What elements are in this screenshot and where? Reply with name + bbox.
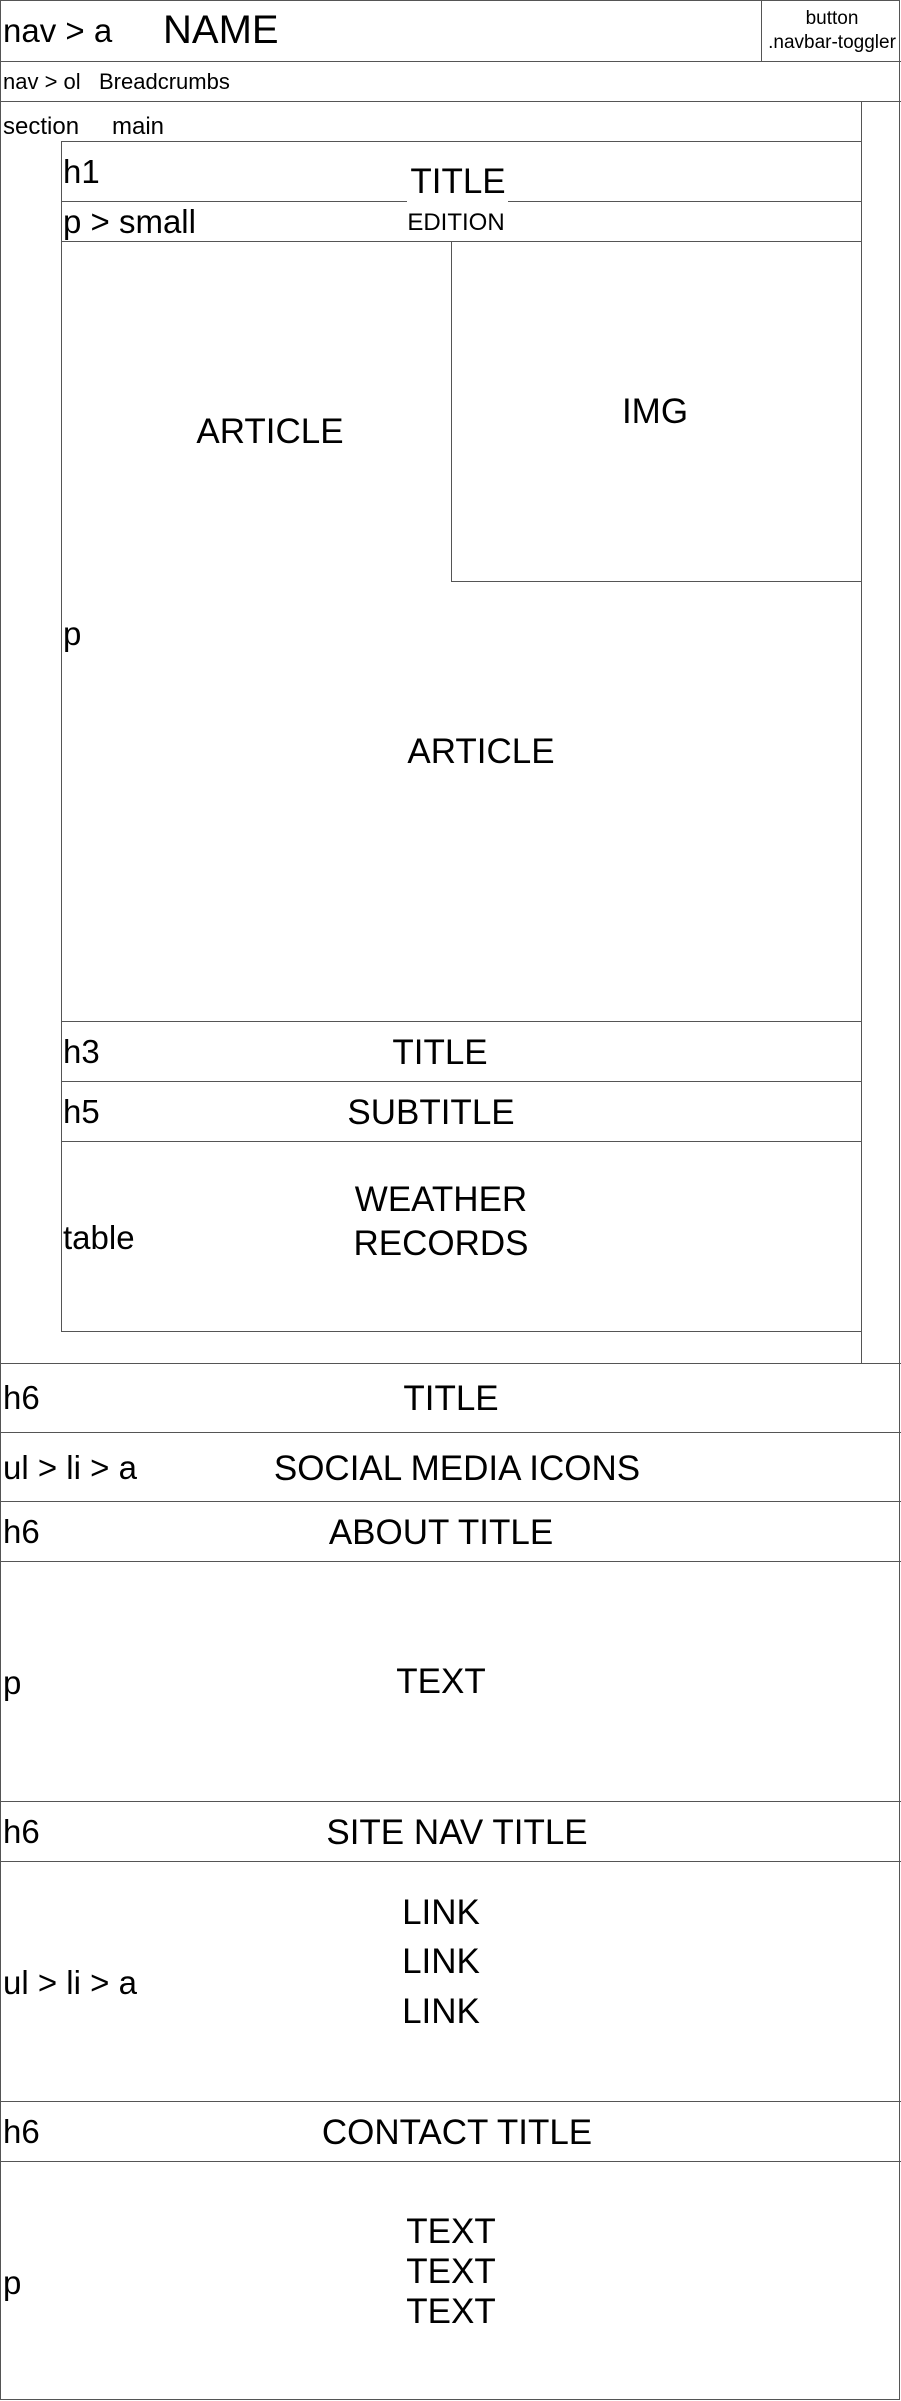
site-nav-divider xyxy=(1,1801,901,1802)
about-top-divider xyxy=(1,1501,901,1502)
contact-title: CONTACT TITLE xyxy=(321,2113,593,2152)
breadcrumb-label: nav > ol xyxy=(3,69,81,94)
social-media-icons[interactable]: SOCIAL MEDIA ICONS xyxy=(274,1451,640,1486)
h3-label: h3 xyxy=(63,1033,100,1070)
footer-link-1[interactable]: LINK xyxy=(402,1895,480,1930)
footer-title: TITLE xyxy=(403,1379,499,1418)
site-nav-title: SITE NAV TITLE xyxy=(326,1813,588,1852)
nav-brand-label: nav > a xyxy=(3,12,113,49)
edition-text: EDITION xyxy=(407,209,505,236)
contact-text-1: TEXT xyxy=(406,2212,496,2251)
footer-link-2[interactable]: LINK xyxy=(402,1944,480,1979)
article-bottom: ARTICLE xyxy=(407,732,555,771)
breadcrumb-divider xyxy=(1,101,901,102)
page-title: TITLE xyxy=(410,162,506,201)
contact-text-divider xyxy=(1,2161,901,2162)
breadcrumb[interactable]: Breadcrumbs xyxy=(99,71,230,93)
table-label: table xyxy=(63,1219,135,1256)
brand-name[interactable]: NAME xyxy=(163,10,279,50)
about-text: TEXT xyxy=(396,1662,486,1701)
contact-text-2: TEXT xyxy=(406,2252,496,2291)
article-image: IMG xyxy=(621,392,689,431)
about-h6-label: h6 xyxy=(3,1513,40,1550)
site-nav-h6-label: h6 xyxy=(3,1813,40,1850)
h1-label: h1 xyxy=(63,153,100,190)
contact-text-3: TEXT xyxy=(406,2292,496,2331)
edition-divider xyxy=(61,241,861,242)
about-text-divider xyxy=(1,1561,901,1562)
main-bottom-edge xyxy=(61,1331,861,1332)
main-label: main xyxy=(112,113,165,140)
article-top: ARTICLE xyxy=(196,412,344,451)
footer-top-divider xyxy=(1,1363,901,1364)
weather-records-line1: WEATHER xyxy=(354,1180,528,1219)
h3-top-divider xyxy=(61,1021,861,1022)
small-label: p > small xyxy=(63,203,196,240)
navbar-toggler-button[interactable]: button .navbar-toggler xyxy=(762,1,901,61)
weather-records-line2: RECORDS xyxy=(353,1224,529,1263)
toggler-label-line1: button xyxy=(805,8,859,29)
about-p-label: p xyxy=(3,1664,22,1701)
h5-label: h5 xyxy=(63,1093,100,1130)
section-right-edge xyxy=(861,101,862,1363)
contact-divider xyxy=(1,2101,901,2102)
p-label: p xyxy=(63,615,82,652)
footer-link-3[interactable]: LINK xyxy=(402,1994,480,2029)
h1-divider-left xyxy=(61,201,407,202)
main-top-edge xyxy=(61,141,861,142)
h3-bottom-divider xyxy=(61,1081,861,1082)
contact-p-label: p xyxy=(3,2264,22,2301)
links-divider xyxy=(1,1861,901,1862)
contact-h6-label: h6 xyxy=(3,2113,40,2150)
h3-title: TITLE xyxy=(392,1033,488,1072)
h6-label: h6 xyxy=(3,1379,40,1416)
img-bottom-edge xyxy=(451,581,861,582)
section-label: section xyxy=(3,113,80,140)
about-title: ABOUT TITLE xyxy=(328,1513,554,1552)
h5-subtitle: SUBTITLE xyxy=(347,1093,515,1132)
social-label: ul > li > a xyxy=(3,1449,137,1486)
social-top-divider xyxy=(1,1432,901,1433)
toggler-label-line2: .navbar-toggler xyxy=(768,32,896,53)
h1-divider-right xyxy=(508,201,861,202)
header-divider xyxy=(1,61,901,62)
links-label: ul > li > a xyxy=(3,1964,137,2001)
wireframe-page: nav > a NAME button .navbar-toggler nav … xyxy=(0,0,901,2400)
main-left-edge xyxy=(61,141,62,1331)
img-left-edge xyxy=(451,241,452,582)
h5-bottom-divider xyxy=(61,1141,861,1142)
